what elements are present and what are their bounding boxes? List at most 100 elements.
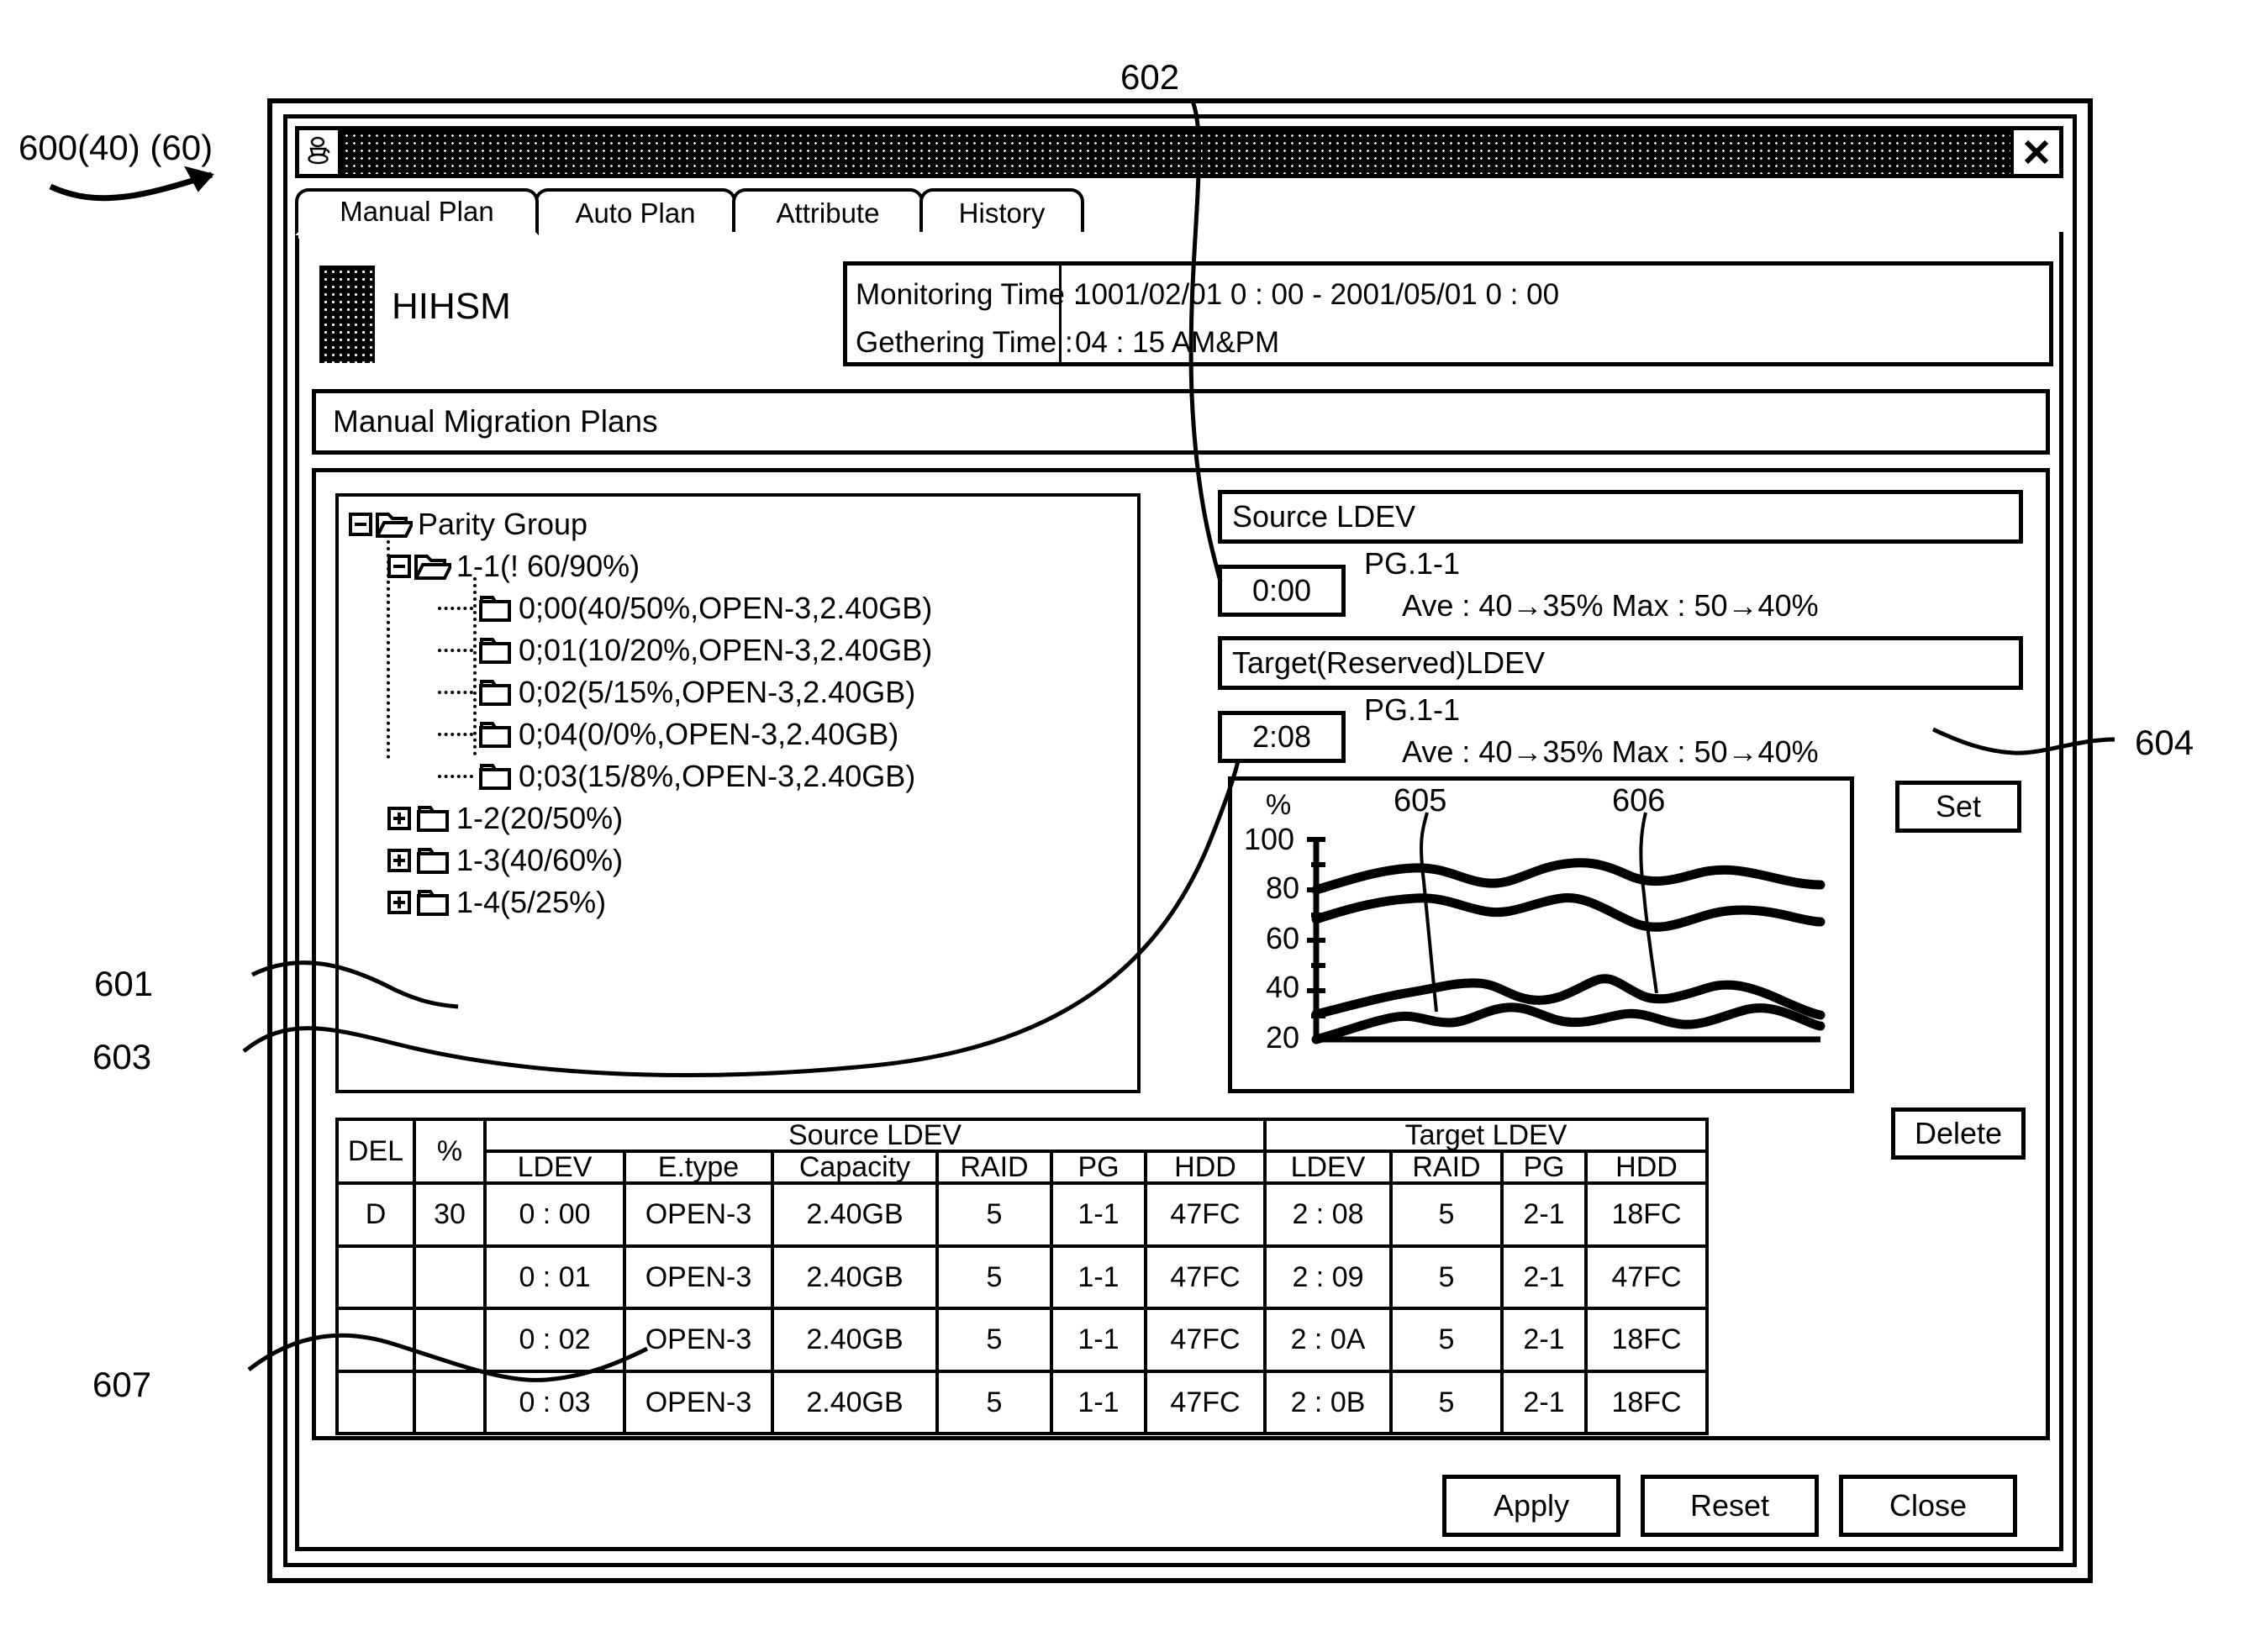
cell-percent[interactable]	[413, 1244, 487, 1310]
target-stats: Ave : 40→35% Max : 50→40%	[1402, 734, 1819, 769]
cell-source-raid: 5	[935, 1181, 1053, 1248]
expand-toggle-icon[interactable]	[387, 849, 411, 872]
cell-percent[interactable]	[413, 1369, 487, 1435]
tab-label: Manual Plan	[340, 196, 494, 227]
tree-node-1-3[interactable]: 1-3(40/60%)	[387, 839, 1137, 881]
tab-bar: Manual Plan Auto Plan Attribute History	[295, 188, 1084, 235]
reset-button[interactable]: Reset	[1641, 1475, 1819, 1537]
chart-ytick: 20	[1266, 1020, 1299, 1055]
tree-node-label: Parity Group	[418, 507, 588, 541]
tab-manual-plan[interactable]: Manual Plan	[295, 188, 539, 235]
cell-del[interactable]	[335, 1244, 416, 1310]
cell-del[interactable]	[335, 1369, 416, 1435]
apply-button[interactable]: Apply	[1442, 1475, 1620, 1537]
cell-percent[interactable]: 30	[413, 1181, 487, 1248]
tree-node-1-4[interactable]: 1-4(5/25%)	[387, 881, 1137, 923]
source-ldev-label: Source LDEV	[1232, 499, 1416, 534]
target-pg-label: PG.1-1	[1364, 692, 1461, 727]
tab-history[interactable]: History	[919, 188, 1084, 235]
tree-node-leaf[interactable]: 0;02(5/15%,OPEN-3,2.40GB)	[438, 671, 1137, 713]
cell-source-ldev: 0 : 03	[483, 1369, 626, 1435]
cell-target-raid: 5	[1389, 1181, 1504, 1248]
cell-target-ldev: 2 : 0B	[1263, 1369, 1393, 1435]
cell-source-pg: 1-1	[1050, 1307, 1147, 1373]
cell-del[interactable]	[335, 1307, 416, 1373]
tree-node-leaf[interactable]: 0;01(10/20%,OPEN-3,2.40GB)	[438, 629, 1137, 671]
tree-node-leaf[interactable]: 0;04(0/0%,OPEN-3,2.40GB)	[438, 713, 1137, 755]
hihsm-logo-icon	[319, 266, 375, 363]
callout-604: 604	[2135, 723, 2194, 762]
callout-607: 607	[92, 1365, 152, 1404]
migration-plan-table[interactable]: DEL % Source LDEV Target LDEV LDEV E.typ…	[335, 1118, 1710, 1435]
tree-node-label: 1-3(40/60%)	[456, 843, 624, 877]
tree-node-leaf[interactable]: 0;00(40/50%,OPEN-3,2.40GB)	[438, 587, 1137, 629]
tree-node-label: 1-2(20/50%)	[456, 801, 624, 835]
col-source-pg: PG	[1050, 1150, 1147, 1185]
col-target-pg: PG	[1500, 1150, 1588, 1185]
target-time-field[interactable]: 2:08	[1218, 711, 1346, 763]
target-ldev-label: Target(Reserved)LDEV	[1232, 645, 1546, 680]
window-titlebar	[295, 126, 2063, 178]
tree-node-leaf[interactable]: 0;03(15/8%,OPEN-3,2.40GB)	[438, 755, 1137, 797]
folder-closed-icon	[477, 678, 514, 707]
folder-closed-icon	[414, 888, 451, 917]
tree-node-root[interactable]: Parity Group	[349, 503, 1137, 545]
tree-node-label: 0;04(0/0%,OPEN-3,2.40GB)	[519, 717, 899, 751]
expand-toggle-icon[interactable]	[387, 807, 411, 830]
source-pg-label: PG.1-1	[1364, 546, 1461, 581]
tab-label: Attribute	[776, 197, 880, 229]
source-stats: Ave : 40→35% Max : 50→40%	[1402, 588, 1819, 623]
monitoring-values: 1001/02/01 0 : 00 - 2001/05/01 0 : 00 04…	[1062, 266, 2049, 362]
close-button[interactable]: Close	[1839, 1475, 2017, 1537]
col-target-raid: RAID	[1389, 1150, 1504, 1185]
cell-source-raid: 5	[935, 1307, 1053, 1373]
tree-node-label: 0;02(5/15%,OPEN-3,2.40GB)	[519, 675, 916, 709]
tab-attribute[interactable]: Attribute	[732, 188, 924, 235]
cell-source-ldev: 0 : 01	[483, 1244, 626, 1310]
tree-node-label: 0;03(15/8%,OPEN-3,2.40GB)	[519, 759, 916, 793]
collapse-toggle-icon[interactable]	[349, 513, 372, 536]
cell-source-capacity: 2.40GB	[771, 1307, 939, 1373]
gethering-time-label: Gethering Time :	[856, 326, 1073, 359]
tree-connector	[438, 733, 473, 736]
coffee-cup-icon	[299, 130, 341, 174]
cell-target-raid: 5	[1389, 1369, 1504, 1435]
folder-closed-icon	[477, 762, 514, 791]
target-time-value: 2:08	[1251, 719, 1312, 754]
collapse-toggle-icon[interactable]	[387, 555, 411, 578]
tab-label: Auto Plan	[575, 197, 696, 229]
table-header-row-sub: LDEV E.type Capacity RAID PG HDD LDEV RA…	[337, 1150, 1710, 1185]
gethering-time-value: 04 : 15 AM&PM	[1075, 326, 1280, 359]
folder-closed-icon	[414, 804, 451, 833]
reset-button-label: Reset	[1689, 1488, 1770, 1523]
set-button[interactable]: Set	[1895, 781, 2021, 833]
callout-600: 600(40) (60)	[18, 128, 213, 167]
table-row[interactable]: 0 : 02 OPEN-3 2.40GB 5 1-1 47FC 2 : 0A 5…	[335, 1307, 1710, 1373]
expand-toggle-icon[interactable]	[387, 891, 411, 914]
tree-node-1-2[interactable]: 1-2(20/50%)	[387, 797, 1137, 839]
monitoring-time-value: 1001/02/01 0 : 00 - 2001/05/01 0 : 00	[1075, 278, 1560, 311]
chart-annotation-605: 605	[1394, 783, 1446, 818]
cell-del[interactable]: D	[335, 1181, 416, 1248]
usage-chart: % 100 80 60 40 20 605 606	[1228, 776, 1854, 1093]
parity-group-tree[interactable]: Parity Group 1-1(! 60/90%) 0;00(40/50%,O…	[335, 493, 1141, 1093]
cell-target-pg: 2-1	[1500, 1181, 1588, 1248]
cell-target-pg: 2-1	[1500, 1369, 1588, 1435]
close-x-glyph	[2024, 139, 2049, 165]
tree-connector	[438, 649, 473, 652]
col-source-ldev: LDEV	[483, 1150, 626, 1185]
table-row[interactable]: 0 : 01 OPEN-3 2.40GB 5 1-1 47FC 2 : 09 5…	[335, 1244, 1710, 1310]
tree-node-1-1[interactable]: 1-1(! 60/90%)	[387, 545, 1137, 587]
source-time-field[interactable]: 0:00	[1218, 565, 1346, 617]
col-del: DEL	[335, 1118, 416, 1185]
delete-button[interactable]: Delete	[1891, 1107, 2026, 1160]
cell-target-pg: 2-1	[1500, 1244, 1588, 1310]
tab-auto-plan[interactable]: Auto Plan	[535, 188, 736, 235]
table-row[interactable]: 0 : 03 OPEN-3 2.40GB 5 1-1 47FC 2 : 0B 5…	[335, 1369, 1710, 1435]
table-row[interactable]: D 30 0 : 00 OPEN-3 2.40GB 5 1-1 47FC 2 :…	[335, 1181, 1710, 1248]
delete-button-label: Delete	[1914, 1116, 2003, 1150]
close-icon[interactable]	[2010, 130, 2059, 174]
cell-percent[interactable]	[413, 1307, 487, 1373]
col-source-raid: RAID	[935, 1150, 1053, 1185]
cell-target-ldev: 2 : 0A	[1263, 1307, 1393, 1373]
